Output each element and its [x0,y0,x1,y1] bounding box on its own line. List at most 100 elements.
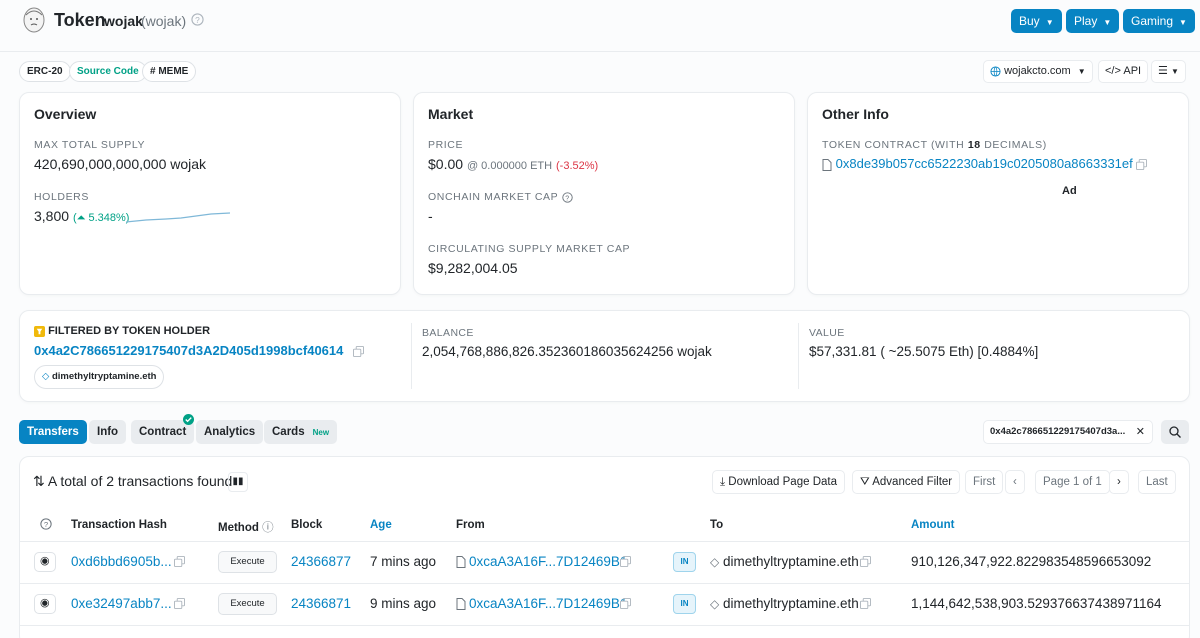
tx-hash-link[interactable]: 0xe32497abb7... [71,596,172,611]
divider [20,541,1189,542]
from-address-link[interactable]: 0xcaA3A16F...7D12469B1 [469,596,627,611]
price-value: $0.00 @ 0.000000 ETH (-3.52%) [428,156,599,172]
copy-icon[interactable] [620,598,631,609]
tab-cards[interactable]: Cards New [264,420,338,444]
col-block: Block [291,519,323,531]
sort-icon[interactable]: ⇅ [33,473,45,489]
buy-button[interactable]: Buy ▼ [1011,9,1062,33]
copy-icon[interactable] [860,556,871,567]
filter-icon [34,325,45,337]
market-card: Market PRICE $0.00 @ 0.000000 ETH (-3.52… [413,92,795,295]
address-filter-chip[interactable]: 0x4a2c786651229175407d3a... ✕ [983,420,1153,444]
market-title: Market [428,106,474,122]
erc20-tag[interactable]: ERC-20 [19,61,71,82]
advanced-filter-button[interactable]: ⛛ Advanced Filter [852,470,961,494]
price-label: PRICE [428,139,464,151]
chevron-left-icon: ‹ [1013,476,1017,488]
search-button[interactable] [1161,420,1189,444]
age-value: 7 mins ago [370,554,437,569]
copy-icon[interactable] [620,556,631,567]
col-to: To [710,519,724,531]
other-info-title: Other Info [822,106,889,122]
divider [20,583,1189,584]
block-link[interactable]: 24366877 [291,554,351,569]
from-address-link[interactable]: 0xcaA3A16F...7D12469B1 [469,554,627,569]
first-page-button[interactable]: First [965,470,1004,494]
balance-label: BALANCE [422,327,474,339]
onchain-cap-label: ONCHAIN MARKET CAP ? [428,191,573,203]
svg-text:?: ? [44,520,48,529]
divider [20,625,1189,626]
ens-icon: ◇ [710,555,720,569]
tab-transfers[interactable]: Transfers [19,420,87,444]
token-logo-icon [23,7,45,33]
direction-badge: IN [673,594,696,614]
overview-title: Overview [34,106,97,122]
ad-label: Ad [1062,185,1077,197]
help-icon[interactable]: ? [561,192,573,203]
direction-badge: IN [673,552,696,572]
copy-icon[interactable] [353,346,364,358]
eye-icon[interactable]: ◉ [34,552,56,572]
chevron-right-icon: › [1117,476,1121,488]
help-icon[interactable]: ? [40,518,52,530]
to-address[interactable]: ◇ dimethyltryptamine.eth [710,554,859,569]
help-icon[interactable]: ⓘ [262,522,274,534]
page-indicator: Page 1 of 1 [1035,470,1110,494]
trend-up-icon: ⏶ [76,212,86,224]
col-method: Method ⓘ [218,522,274,534]
ens-badge[interactable]: ◇ dimethyltryptamine.eth [34,365,165,389]
overview-card: Overview MAX TOTAL SUPPLY 420,690,000,00… [19,92,401,295]
chevron-down-icon: ▼ [1045,18,1054,27]
divider [411,323,412,389]
contract-address-link[interactable]: 0x8de39b057cc6522230ab19c0205080a8663331… [836,156,1133,171]
holder-filter-card: FILTERED BY TOKEN HOLDER 0x4a2C786651229… [19,310,1190,402]
ens-icon: ◇ [710,597,720,611]
website-link-button[interactable]: wojakcto.com ▼ [983,60,1093,83]
next-page-button[interactable]: › [1109,470,1129,494]
tx-hash-link[interactable]: 0xd6bbd6905b... [71,554,172,569]
price-change: (-3.52%) [556,160,599,172]
help-icon[interactable]: ? [191,13,204,26]
code-icon: </> [1105,65,1121,77]
last-page-button[interactable]: Last [1138,470,1176,494]
meme-tag[interactable]: # MEME [142,61,197,82]
copy-icon[interactable] [860,598,871,609]
file-icon [456,598,466,610]
divider [798,323,799,389]
block-link[interactable]: 24366871 [291,596,351,611]
prev-page-button[interactable]: ‹ [1005,470,1025,494]
gaming-button[interactable]: Gaming ▼ [1123,9,1195,33]
copy-icon[interactable] [1136,159,1148,171]
transactions-summary: ⇅ A total of 2 transactions found [33,473,233,489]
globe-icon [990,66,1001,77]
holder-address-link[interactable]: 0x4a2C786651229175407d3A2D405d1998bcf406… [34,343,343,358]
copy-icon[interactable] [174,556,185,567]
age-value: 9 mins ago [370,596,437,611]
page-title: Token [54,10,106,30]
copy-icon[interactable] [174,598,185,609]
api-button[interactable]: </> API [1098,60,1149,83]
max-supply-label: MAX TOTAL SUPPLY [34,139,146,151]
filter-label-row: FILTERED BY TOKEN HOLDER [34,325,210,337]
col-age[interactable]: Age [370,519,392,531]
close-icon[interactable]: ✕ [1136,421,1145,443]
holders-value: 3,800 (⏶ 5.348%) [34,208,130,224]
to-address[interactable]: ◇ dimethyltryptamine.eth [710,596,859,611]
source-code-tag[interactable]: Source Code [69,61,147,82]
circ-cap-label: CIRCULATING SUPPLY MARKET CAP [428,243,631,255]
eye-icon[interactable]: ◉ [34,594,56,614]
download-button[interactable]: ⤓ Download Page Data [712,470,845,494]
play-button[interactable]: Play ▼ [1066,9,1120,33]
balance-value: 2,054,768,886,826.352360186035624256 woj… [422,344,712,359]
search-icon [1169,426,1181,438]
view-options-button[interactable]: ☰ ▼ [1151,60,1186,83]
chart-icon[interactable]: ▮▮ [228,472,248,492]
tab-info[interactable]: Info [89,420,127,444]
page-header: Token wojak (wojak) ? Buy ▼ Play ▼ Gaming ▼ [0,0,1200,52]
amount-value: 1,144,642,538,903.529376637438971164 [911,596,1162,611]
svg-text:?: ? [565,195,569,202]
col-amount[interactable]: Amount [911,519,954,531]
download-icon: ⤓ [720,476,726,488]
tab-analytics[interactable]: Analytics [196,420,264,444]
